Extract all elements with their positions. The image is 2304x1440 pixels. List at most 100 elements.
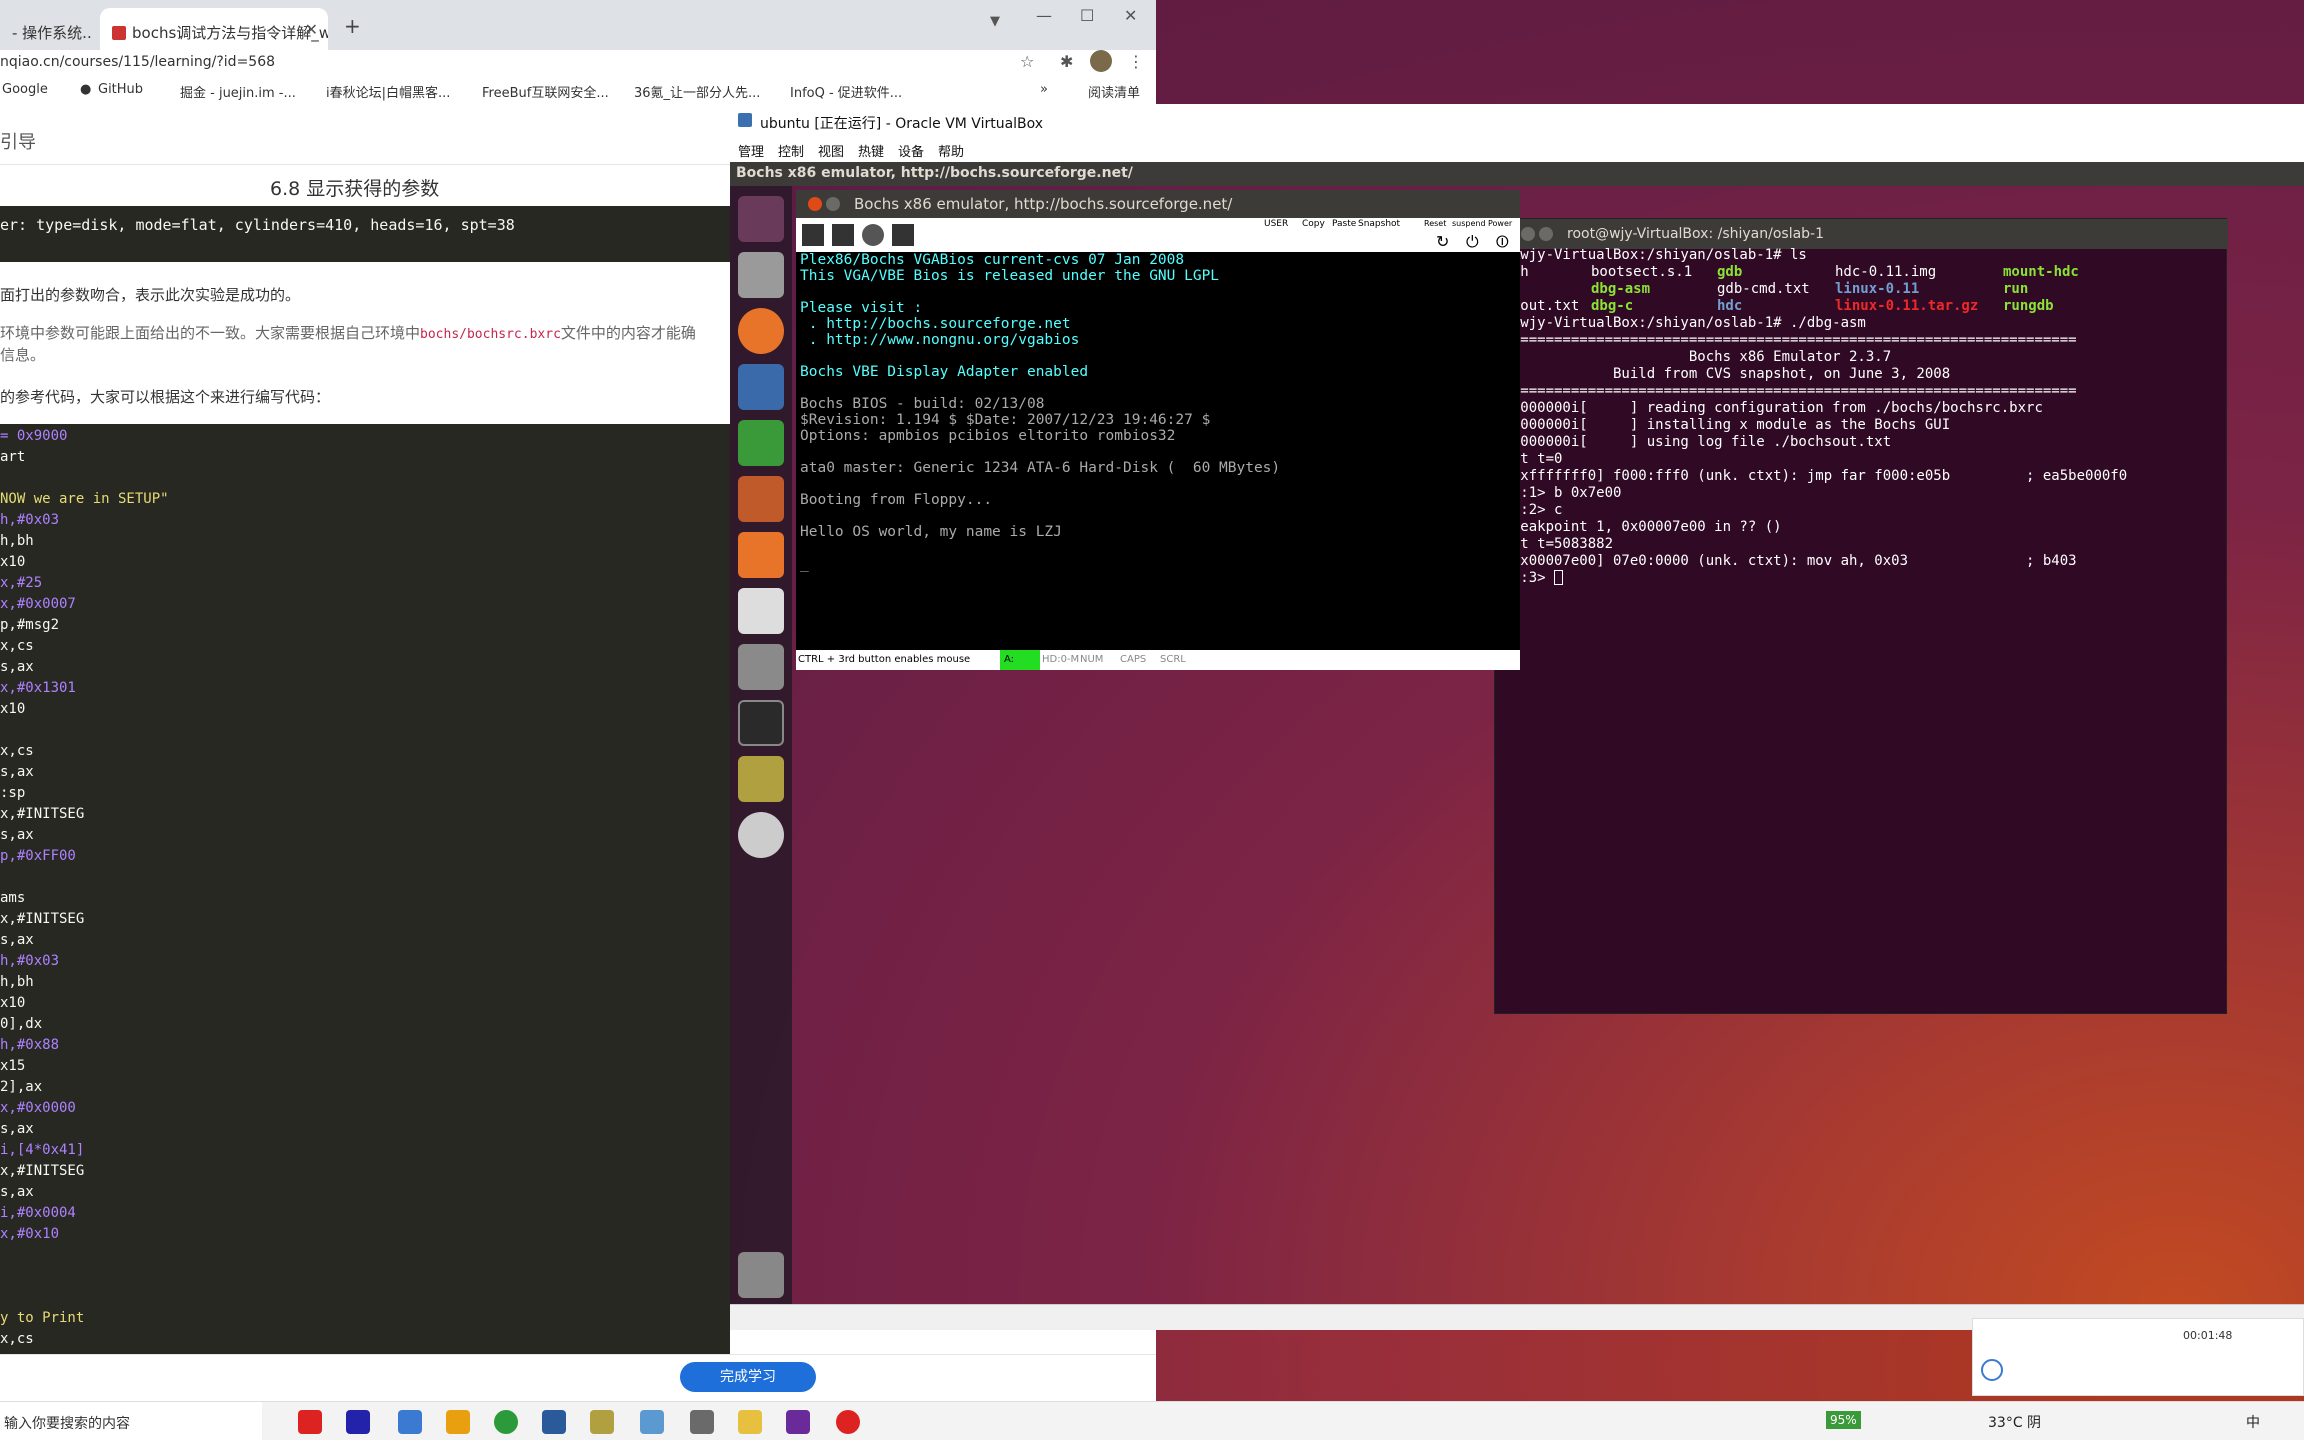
- settings-icon[interactable]: [738, 644, 784, 690]
- tab-search-icon[interactable]: ▼: [990, 14, 1000, 29]
- files-icon[interactable]: [738, 252, 784, 298]
- floppy-b-icon[interactable]: [832, 224, 854, 246]
- user-button[interactable]: USER: [1264, 219, 1288, 229]
- code-line: x,#INITSEG: [0, 1163, 85, 1179]
- bookmark-juejin[interactable]: 掘金 - juejin.im -...: [180, 82, 296, 101]
- amazon-icon[interactable]: [738, 588, 784, 634]
- power-button[interactable]: Power: [1488, 219, 1512, 228]
- vga-screen[interactable]: Plex86/Bochs VGABios current-cvs 07 Jan …: [800, 252, 1520, 642]
- copy-button[interactable]: Copy: [1302, 219, 1325, 229]
- bochs-window: Bochs x86 emulator, http://bochs.sourcef…: [796, 190, 1520, 670]
- reset-button[interactable]: Reset: [1424, 219, 1446, 228]
- bookmark-github[interactable]: GitHub: [98, 82, 143, 97]
- bookmark-ichunqiu[interactable]: i春秋论坛|白帽黑客...: [326, 82, 450, 101]
- menu-view[interactable]: 视图: [818, 141, 844, 160]
- close-tab-icon[interactable]: ✕: [305, 20, 318, 39]
- extensions-icon[interactable]: ✱: [1060, 52, 1073, 71]
- bookmark-freebuf[interactable]: FreeBuf互联网安全...: [482, 82, 609, 101]
- trash-icon[interactable]: [738, 1252, 784, 1298]
- code-line: s,ax: [0, 932, 34, 948]
- paste-button[interactable]: Paste: [1332, 219, 1356, 229]
- bookmark-infoq[interactable]: InfoQ - 促进软件...: [790, 82, 902, 101]
- calc-icon[interactable]: [738, 420, 784, 466]
- more-bookmarks-button[interactable]: »: [1040, 82, 1048, 97]
- star-icon[interactable]: ☆: [1020, 52, 1034, 71]
- dash-icon[interactable]: [738, 196, 784, 242]
- ubuntu-launcher: [730, 186, 792, 1304]
- bochs-icon[interactable]: [738, 756, 784, 802]
- cursor: [1554, 570, 1564, 585]
- terminal-output[interactable]: ot@wjy-VirtualBox:/shiyan/oslab-1# ls6.s…: [1495, 247, 2228, 587]
- terminal-line: ========================================…: [1495, 383, 2077, 399]
- new-tab-button[interactable]: +: [344, 14, 361, 38]
- ide-icon[interactable]: [346, 1410, 370, 1434]
- bochs-titlebar: Bochs x86 emulator, http://bochs.sourcef…: [796, 190, 1520, 218]
- code-line: y to Print: [0, 1310, 85, 1326]
- taskbar-search[interactable]: 输入你要搜索的内容: [0, 1402, 262, 1440]
- num-led: NUM: [1080, 654, 1104, 665]
- vga-line: [800, 476, 1520, 492]
- floppy-a-icon[interactable]: [802, 224, 824, 246]
- ls-entry: mount-hdc: [2003, 264, 2079, 280]
- vga-line: [800, 380, 1520, 396]
- menu-help[interactable]: 帮助: [938, 141, 964, 160]
- vmware-icon[interactable]: [398, 1410, 422, 1434]
- notes-icon[interactable]: [640, 1410, 664, 1434]
- code-block-params: er: type=disk, mode=flat, cylinders=410,…: [0, 206, 730, 262]
- chrome-icon[interactable]: [494, 1410, 518, 1434]
- weather-widget[interactable]: 33°C 阴: [1988, 1412, 2041, 1432]
- recorder-icon[interactable]: [836, 1410, 860, 1434]
- software-center-icon[interactable]: [738, 532, 784, 578]
- pin-icon[interactable]: [1981, 1359, 2003, 1381]
- maximize-icon[interactable]: ☐: [1080, 6, 1094, 25]
- avatar[interactable]: [1090, 50, 1112, 72]
- app-icon[interactable]: [298, 1410, 322, 1434]
- code-line: :sp: [0, 785, 26, 801]
- csdn-icon: [112, 26, 126, 40]
- menu-control[interactable]: 控制: [778, 141, 804, 160]
- sublime-icon[interactable]: [446, 1410, 470, 1434]
- suspend-button[interactable]: suspend: [1452, 219, 1486, 228]
- section-title: 6.8 显示获得的参数: [270, 178, 440, 200]
- input-method[interactable]: 中: [2246, 1412, 2260, 1432]
- close-icon[interactable]: [808, 197, 822, 211]
- reading-list-button[interactable]: 阅读清单: [1088, 82, 1140, 101]
- snapshot-button[interactable]: Snapshot: [1358, 219, 1400, 229]
- mouse-icon[interactable]: [892, 224, 914, 246]
- tab-2[interactable]: bochs调试方法与指令详解_weix ✕: [100, 8, 328, 50]
- menu-manage[interactable]: 管理: [738, 141, 764, 160]
- menu-icon[interactable]: ⋮: [1128, 52, 1144, 71]
- code-line: ams: [0, 890, 26, 906]
- finish-learning-button[interactable]: 完成学习: [680, 1362, 816, 1392]
- impress-icon[interactable]: [738, 476, 784, 522]
- minimize-icon[interactable]: [1521, 227, 1535, 241]
- battery-indicator[interactable]: 95%: [1826, 1411, 1861, 1429]
- folder-icon[interactable]: [738, 1410, 762, 1434]
- calculator-icon[interactable]: [690, 1410, 714, 1434]
- firefox-icon[interactable]: [738, 308, 784, 354]
- terminal-icon[interactable]: [738, 700, 784, 746]
- bochs-icon[interactable]: [590, 1410, 614, 1434]
- code-line: i,[4*0x41]: [0, 1142, 85, 1158]
- caps-led: CAPS: [1120, 654, 1147, 665]
- minimize-icon[interactable]: —: [1036, 6, 1052, 25]
- code-line: s,ax: [0, 827, 34, 843]
- url-field[interactable]: nqiao.cn/courses/115/learning/?id=568: [0, 54, 275, 70]
- minimize-icon[interactable]: [826, 197, 840, 211]
- ls-entry: linux-0.11: [1835, 281, 1920, 297]
- menu-hotkey[interactable]: 热键: [858, 141, 884, 160]
- menu-devices[interactable]: 设备: [898, 141, 924, 160]
- virtualbox-icon[interactable]: [542, 1410, 566, 1434]
- tab-1[interactable]: - 操作系统...: [0, 8, 92, 50]
- bookmark-google[interactable]: Google: [2, 82, 48, 97]
- vs-icon[interactable]: [786, 1410, 810, 1434]
- maximize-icon[interactable]: [1539, 227, 1553, 241]
- code-line: x10: [0, 701, 26, 717]
- close-icon[interactable]: ✕: [1124, 6, 1137, 25]
- bookmark-36kr[interactable]: 36氪_让一部分人先...: [634, 82, 760, 101]
- writer-icon[interactable]: [738, 364, 784, 410]
- terminal-line: Build from CVS snapshot, on June 3, 2008: [1495, 366, 1951, 382]
- cdrom-icon[interactable]: [862, 224, 884, 246]
- dvd-icon[interactable]: [738, 812, 784, 858]
- code-line: x15: [0, 1058, 26, 1074]
